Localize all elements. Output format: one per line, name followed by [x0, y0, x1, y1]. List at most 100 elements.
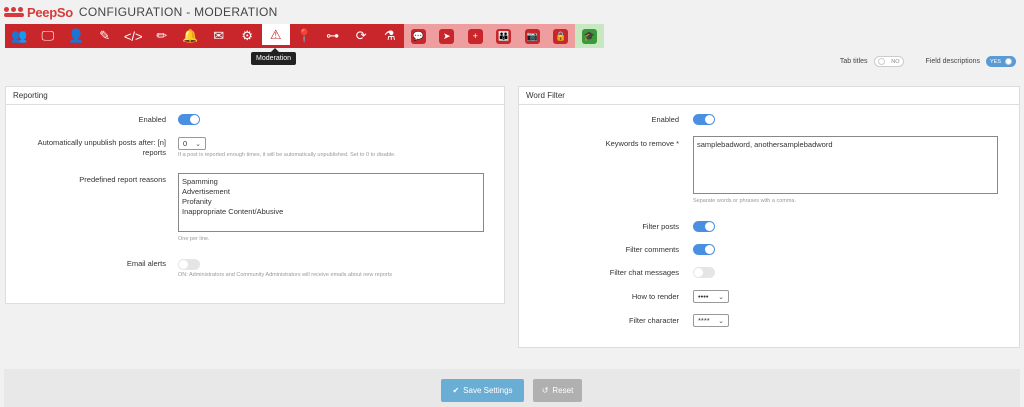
unpublish-select[interactable]: 0 ⌄	[178, 137, 206, 150]
email-icon: ✉	[213, 28, 225, 43]
unpublish-value: 0	[183, 139, 188, 148]
render-label: How to render	[631, 292, 679, 301]
toolbar-button-sitemap[interactable]: ⊶	[318, 24, 347, 48]
toolbar-button-send[interactable]: ➤	[432, 24, 461, 48]
toolbar-button-pencil[interactable]: ✏	[147, 24, 176, 48]
check-icon: ✔	[452, 386, 460, 395]
toolbar-tooltip: Moderation	[251, 48, 297, 65]
groups-icon: 👪	[496, 28, 512, 44]
monitor-icon: 🖵	[41, 28, 55, 43]
send-icon: ➤	[439, 28, 455, 44]
display-toggles: Tab titles NO Field descriptions YES	[840, 56, 1016, 67]
tab-titles-label: Tab titles	[839, 58, 868, 65]
user-admin-icon: 👤	[68, 28, 85, 43]
keywords-textarea[interactable]: samplebadword, anothersamplebadword	[693, 136, 998, 194]
render-value: ••••	[698, 292, 709, 301]
sync-icon: ⟳	[355, 28, 367, 43]
toggle-knob	[877, 58, 885, 65]
email-alerts-hint: ON: Administrators and Community Adminis…	[178, 272, 392, 278]
reporting-title: Reporting	[6, 87, 504, 105]
character-select[interactable]: **** ⌄	[693, 314, 729, 327]
tab-titles-state: NO	[891, 58, 900, 65]
wf-enabled-label: Enabled	[651, 115, 679, 124]
save-bar: ✔ Save Settings ↺ Reset	[4, 369, 1020, 407]
toolbar-button-user-plus[interactable]: +	[461, 24, 490, 48]
toolbar-button-lock[interactable]: 🔒	[546, 24, 575, 48]
logo-text: PeepSo	[27, 4, 73, 20]
map-marker-icon: 📍	[296, 28, 313, 43]
code-icon: </>	[123, 28, 143, 44]
sitemap-icon: ⊶	[326, 28, 340, 43]
edit-post-icon: ✎	[99, 28, 111, 43]
toolbar-button-bell[interactable]: 🔔	[176, 24, 205, 48]
toolbar-button-flask[interactable]: ⚗	[375, 24, 404, 48]
toolbar-button-camera[interactable]: 📷	[518, 24, 547, 48]
reset-label: Reset	[552, 386, 574, 395]
field-descriptions-state: YES	[990, 58, 1002, 65]
chevron-down-icon: ⌄	[718, 317, 724, 325]
toolbar-button-graduation-cap[interactable]: 🎓	[575, 24, 604, 48]
toolbar-button-map-marker[interactable]: 📍	[290, 24, 319, 48]
render-select[interactable]: •••• ⌄	[693, 290, 729, 303]
toolbar-button-warning[interactable]: ⚠	[261, 24, 290, 48]
reporting-enabled-label: Enabled	[138, 115, 166, 124]
camera-icon: 📷	[524, 28, 540, 44]
bell-icon: 🔔	[182, 28, 199, 43]
character-value: ****	[698, 316, 710, 325]
chat-icon: 💬	[410, 28, 426, 44]
toolbar-button-users[interactable]: 👥	[5, 24, 34, 48]
keywords-label: Keywords to remove *	[605, 139, 679, 148]
email-alerts-label: Email alerts	[126, 259, 166, 268]
config-toolbar: 👥 🖵 👤 ✎ </> ✏ 🔔 ✉ ⚙ ⚠ 📍 ⊶ ⟳ ⚗ 💬 ➤ + 👪 📷 🔒 🎓	[5, 24, 604, 48]
toolbar-button-chat[interactable]: 💬	[404, 24, 433, 48]
chevron-down-icon: ⌄	[195, 140, 201, 148]
reasons-textarea[interactable]: Spamming Advertisement Profanity Inappro…	[178, 173, 484, 232]
peepso-logo: PeepSo	[4, 5, 73, 20]
unpublish-hint: If a post is reported enough times, it w…	[178, 152, 396, 158]
toolbar-button-monitor[interactable]: 🖵	[33, 24, 62, 48]
reporting-panel: Reporting Enabled Automatically unpublis…	[5, 86, 505, 304]
filter-chat-label: Filter chat messages	[609, 268, 679, 277]
reasons-hint: One per line.	[178, 236, 210, 242]
filter-comments-switch[interactable]	[693, 244, 715, 255]
field-descriptions-label: Field descriptions	[925, 58, 980, 65]
filter-comments-label: Filter comments	[625, 245, 679, 254]
character-label: Filter character	[628, 316, 679, 325]
word-filter-panel: Word Filter Enabled Keywords to remove *…	[518, 86, 1020, 348]
peepso-logo-icon	[4, 6, 26, 18]
tab-titles-toggle[interactable]: NO	[873, 56, 904, 67]
users-icon: 👥	[11, 28, 28, 43]
toolbar-button-code[interactable]: </>	[119, 24, 148, 48]
reporting-enabled-switch[interactable]	[178, 114, 200, 125]
save-label: Save Settings	[463, 386, 513, 395]
toolbar-button-user-admin[interactable]: 👤	[62, 24, 91, 48]
keywords-hint: Separate words or phrases with a comma.	[693, 198, 797, 204]
filter-posts-label: Filter posts	[642, 222, 679, 231]
toolbar-button-groups[interactable]: 👪	[489, 24, 518, 48]
word-filter-title: Word Filter	[519, 87, 1019, 105]
user-plus-icon: +	[467, 28, 483, 44]
page-title: CONFIGURATION - MODERATION	[78, 5, 278, 19]
gears-icon: ⚙	[241, 28, 254, 43]
email-alerts-switch[interactable]	[178, 259, 200, 270]
filter-posts-switch[interactable]	[693, 221, 715, 232]
warning-icon: ⚠	[269, 26, 282, 42]
undo-icon: ↺	[541, 386, 549, 395]
graduation-cap-icon: 🎓	[581, 28, 597, 44]
header: PeepSo CONFIGURATION - MODERATION	[0, 0, 1024, 24]
toggle-knob	[1005, 58, 1012, 65]
reasons-label: Predefined report reasons	[79, 175, 166, 184]
wf-enabled-switch[interactable]	[693, 114, 715, 125]
save-settings-button[interactable]: ✔ Save Settings	[441, 379, 524, 402]
reset-button[interactable]: ↺ Reset	[533, 379, 582, 402]
field-descriptions-toggle[interactable]: YES	[986, 56, 1016, 67]
toolbar-button-email[interactable]: ✉	[204, 24, 233, 48]
chevron-down-icon: ⌄	[718, 293, 724, 301]
unpublish-label: Automatically unpublish posts after: [n]…	[37, 138, 166, 157]
toolbar-button-sync[interactable]: ⟳	[347, 24, 376, 48]
filter-chat-switch[interactable]	[693, 267, 715, 278]
pencil-icon: ✏	[156, 28, 168, 43]
toolbar-button-gears[interactable]: ⚙	[233, 24, 262, 48]
lock-icon: 🔒	[553, 28, 569, 44]
toolbar-button-edit-post[interactable]: ✎	[90, 24, 119, 48]
